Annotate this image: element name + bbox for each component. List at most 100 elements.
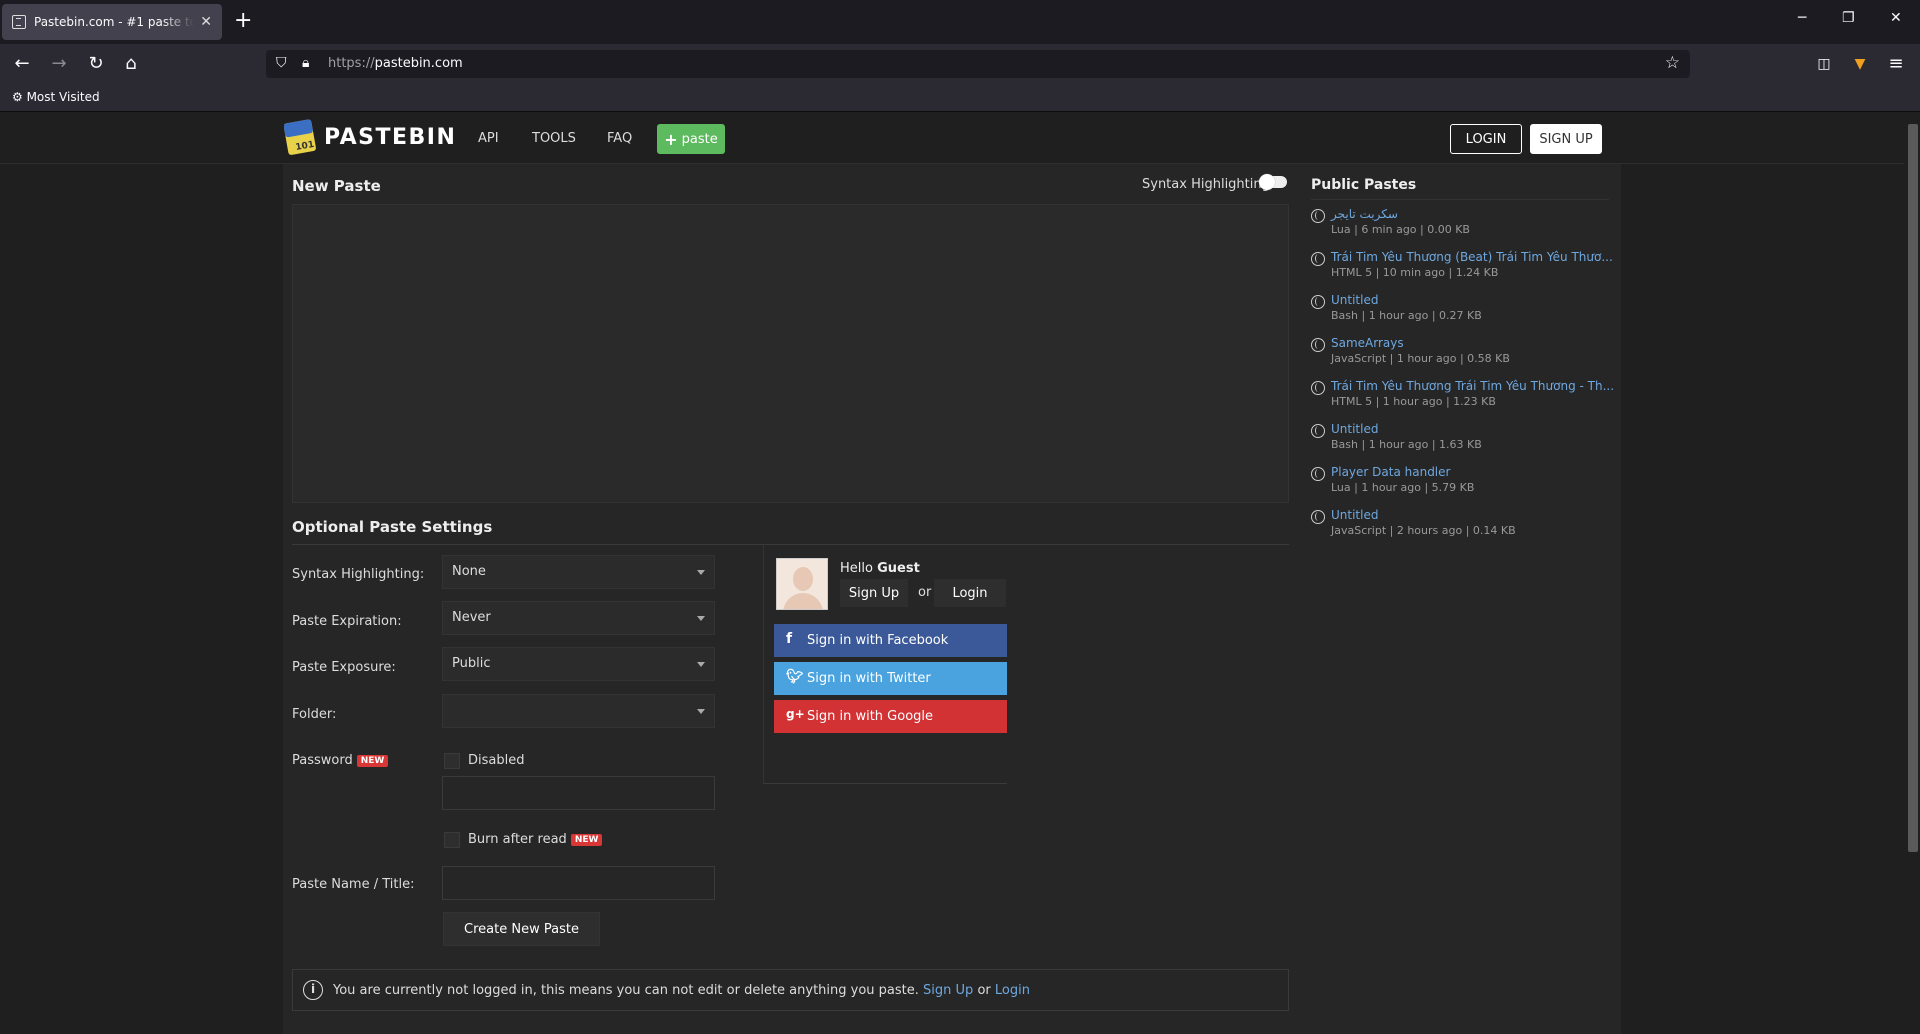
paste-title-link[interactable]: سكربت تايجر	[1331, 207, 1398, 221]
chevron-down-icon	[697, 570, 705, 575]
tab-title: Pastebin.com - #1 paste tool since 2002!	[34, 15, 195, 29]
bookmark-most-visited[interactable]: ⚙ Most Visited	[12, 90, 100, 104]
pocket-icon[interactable]: ◫	[1812, 52, 1836, 76]
globe-icon	[1311, 252, 1325, 266]
globe-icon	[1311, 338, 1325, 352]
login-button[interactable]: LOGIN	[1450, 124, 1522, 154]
nav-tools[interactable]: TOOLS	[532, 131, 576, 146]
notice-login-link[interactable]: Login	[995, 983, 1030, 998]
paste-meta: Bash | 1 hour ago | 1.63 KB	[1331, 438, 1482, 451]
paste-title-link[interactable]: Untitled	[1331, 422, 1378, 436]
reload-icon[interactable]: ↻	[84, 52, 108, 76]
guest-name: Guest	[877, 561, 920, 576]
bookmark-star-icon[interactable]: ☆	[1665, 53, 1680, 73]
notice-signup-link[interactable]: Sign Up	[923, 983, 973, 998]
home-icon[interactable]: ⌂	[119, 52, 143, 76]
new-paste-button[interactable]: + paste	[657, 124, 725, 154]
nav-faq[interactable]: FAQ	[607, 131, 632, 146]
guest-signup-button[interactable]: Sign Up	[840, 579, 908, 607]
paste-meta: Bash | 1 hour ago | 0.27 KB	[1331, 309, 1482, 322]
extension-icon[interactable]: ▼	[1848, 52, 1872, 76]
twitter-label: Sign in with Twitter	[807, 671, 931, 686]
exposure-select[interactable]: Public	[442, 647, 715, 681]
public-paste-item[interactable]: Player Data handler Lua | 1 hour ago | 5.…	[1311, 465, 1609, 505]
globe-icon	[1311, 381, 1325, 395]
new-tab-icon[interactable]: +	[234, 9, 252, 33]
password-checkbox-label: Disabled	[468, 753, 525, 768]
shield-icon[interactable]: ⛉	[276, 55, 287, 71]
public-paste-item[interactable]: سكربت تايجر Lua | 6 min ago | 0.00 KB	[1311, 207, 1609, 247]
paste-meta: HTML 5 | 10 min ago | 1.24 KB	[1331, 266, 1499, 279]
new-badge: NEW	[356, 754, 389, 767]
public-paste-item[interactable]: Untitled JavaScript | 2 hours ago | 0.14 …	[1311, 508, 1609, 548]
syntax-select-value: None	[452, 564, 486, 579]
paste-title-link[interactable]: SameArrays	[1331, 336, 1404, 350]
twitter-icon: 🐦︎	[786, 669, 804, 685]
syntax-select[interactable]: None	[442, 555, 715, 589]
browser-navbar: ← → ↻ ⌂ ⛉ 🔒︎ https://pastebin.com ☆ ◫ ▼ …	[0, 44, 1920, 84]
restore-icon[interactable]: ❐	[1842, 10, 1855, 26]
paste-button-label: paste	[681, 131, 718, 147]
public-paste-item[interactable]: Untitled Bash | 1 hour ago | 1.63 KB	[1311, 422, 1609, 462]
page-scrollbar[interactable]	[1904, 112, 1920, 1034]
google-plus-icon: g+	[786, 707, 805, 721]
paste-name-field[interactable]	[442, 866, 715, 900]
back-icon[interactable]: ←	[10, 52, 34, 76]
new-badge: NEW	[570, 833, 603, 846]
public-paste-item[interactable]: Trái Tim Yêu Thương Trái Tim Yêu Thương …	[1311, 379, 1614, 419]
site-header: 101 PASTEBIN API TOOLS FAQ + paste LOGIN…	[0, 112, 1904, 164]
window-close-icon[interactable]: ✕	[1890, 10, 1902, 26]
hello-guest: Hello Guest	[840, 561, 920, 576]
paste-title-link[interactable]: Trái Tim Yêu Thương Trái Tim Yêu Thương …	[1331, 379, 1614, 393]
syntax-toggle-label: Syntax Highlighting	[1142, 177, 1270, 192]
public-paste-item[interactable]: Trái Tim Yêu Thương (Beat) Trái Tim Yêu …	[1311, 250, 1613, 290]
paste-title-link[interactable]: Trái Tim Yêu Thương (Beat) Trái Tim Yêu …	[1331, 250, 1613, 264]
scrollbar-thumb[interactable]	[1908, 124, 1918, 852]
minimize-icon[interactable]: ─	[1798, 10, 1806, 26]
paste-meta: Lua | 1 hour ago | 5.79 KB	[1331, 481, 1475, 494]
lock-icon[interactable]: 🔒︎	[302, 55, 309, 71]
nav-api[interactable]: API	[478, 131, 499, 146]
paste-title-link[interactable]: Untitled	[1331, 508, 1378, 522]
syntax-highlighting-toggle[interactable]	[1259, 174, 1287, 190]
chevron-down-icon	[697, 662, 705, 667]
public-paste-item[interactable]: SameArrays JavaScript | 1 hour ago | 0.58…	[1311, 336, 1609, 376]
browser-tab[interactable]: Pastebin.com - #1 paste tool since 2002!…	[2, 4, 222, 40]
info-icon: i	[303, 980, 323, 1000]
pastebin-logo-icon[interactable]: 101	[284, 119, 318, 157]
google-signin-button[interactable]: g+ Sign in with Google	[774, 700, 1007, 733]
globe-icon	[1311, 209, 1325, 223]
facebook-signin-button[interactable]: f Sign in with Facebook	[774, 624, 1007, 657]
expiration-select[interactable]: Never	[442, 601, 715, 635]
avatar	[776, 558, 828, 610]
paste-meta: Lua | 6 min ago | 0.00 KB	[1331, 223, 1470, 236]
url-text: https://pastebin.com	[328, 56, 463, 71]
public-paste-item[interactable]: Untitled Bash | 1 hour ago | 0.27 KB	[1311, 293, 1609, 333]
paste-name-label: Paste Name / Title:	[292, 877, 415, 892]
signup-button[interactable]: SIGN UP	[1530, 124, 1602, 154]
password-field[interactable]	[442, 776, 715, 810]
forward-icon[interactable]: →	[47, 52, 71, 76]
notice-text: You are currently not logged in, this me…	[333, 982, 919, 998]
menu-icon[interactable]: ≡	[1884, 52, 1908, 76]
logo-text[interactable]: PASTEBIN	[324, 125, 456, 150]
paste-title-link[interactable]: Untitled	[1331, 293, 1378, 307]
url-bar[interactable]: ⛉ 🔒︎ https://pastebin.com ☆	[266, 50, 1690, 78]
globe-icon	[1311, 424, 1325, 438]
folder-select[interactable]	[442, 694, 715, 728]
new-paste-title: New Paste	[292, 177, 381, 195]
paste-textarea[interactable]	[292, 204, 1289, 503]
notice-or: or	[977, 982, 991, 998]
pastebin-favicon-icon	[12, 15, 26, 29]
facebook-icon: f	[786, 631, 793, 647]
burn-after-read-checkbox[interactable]	[444, 832, 460, 848]
globe-icon	[1311, 295, 1325, 309]
create-new-paste-button[interactable]: Create New Paste	[443, 912, 600, 946]
twitter-signin-button[interactable]: 🐦︎ Sign in with Twitter	[774, 662, 1007, 695]
paste-title-link[interactable]: Player Data handler	[1331, 465, 1450, 479]
password-checkbox[interactable]	[444, 753, 460, 769]
login-notice: i You are currently not logged in, this …	[292, 969, 1289, 1011]
globe-icon	[1311, 510, 1325, 524]
guest-login-button[interactable]: Login	[934, 579, 1006, 607]
close-tab-icon[interactable]: ✕	[200, 14, 212, 30]
